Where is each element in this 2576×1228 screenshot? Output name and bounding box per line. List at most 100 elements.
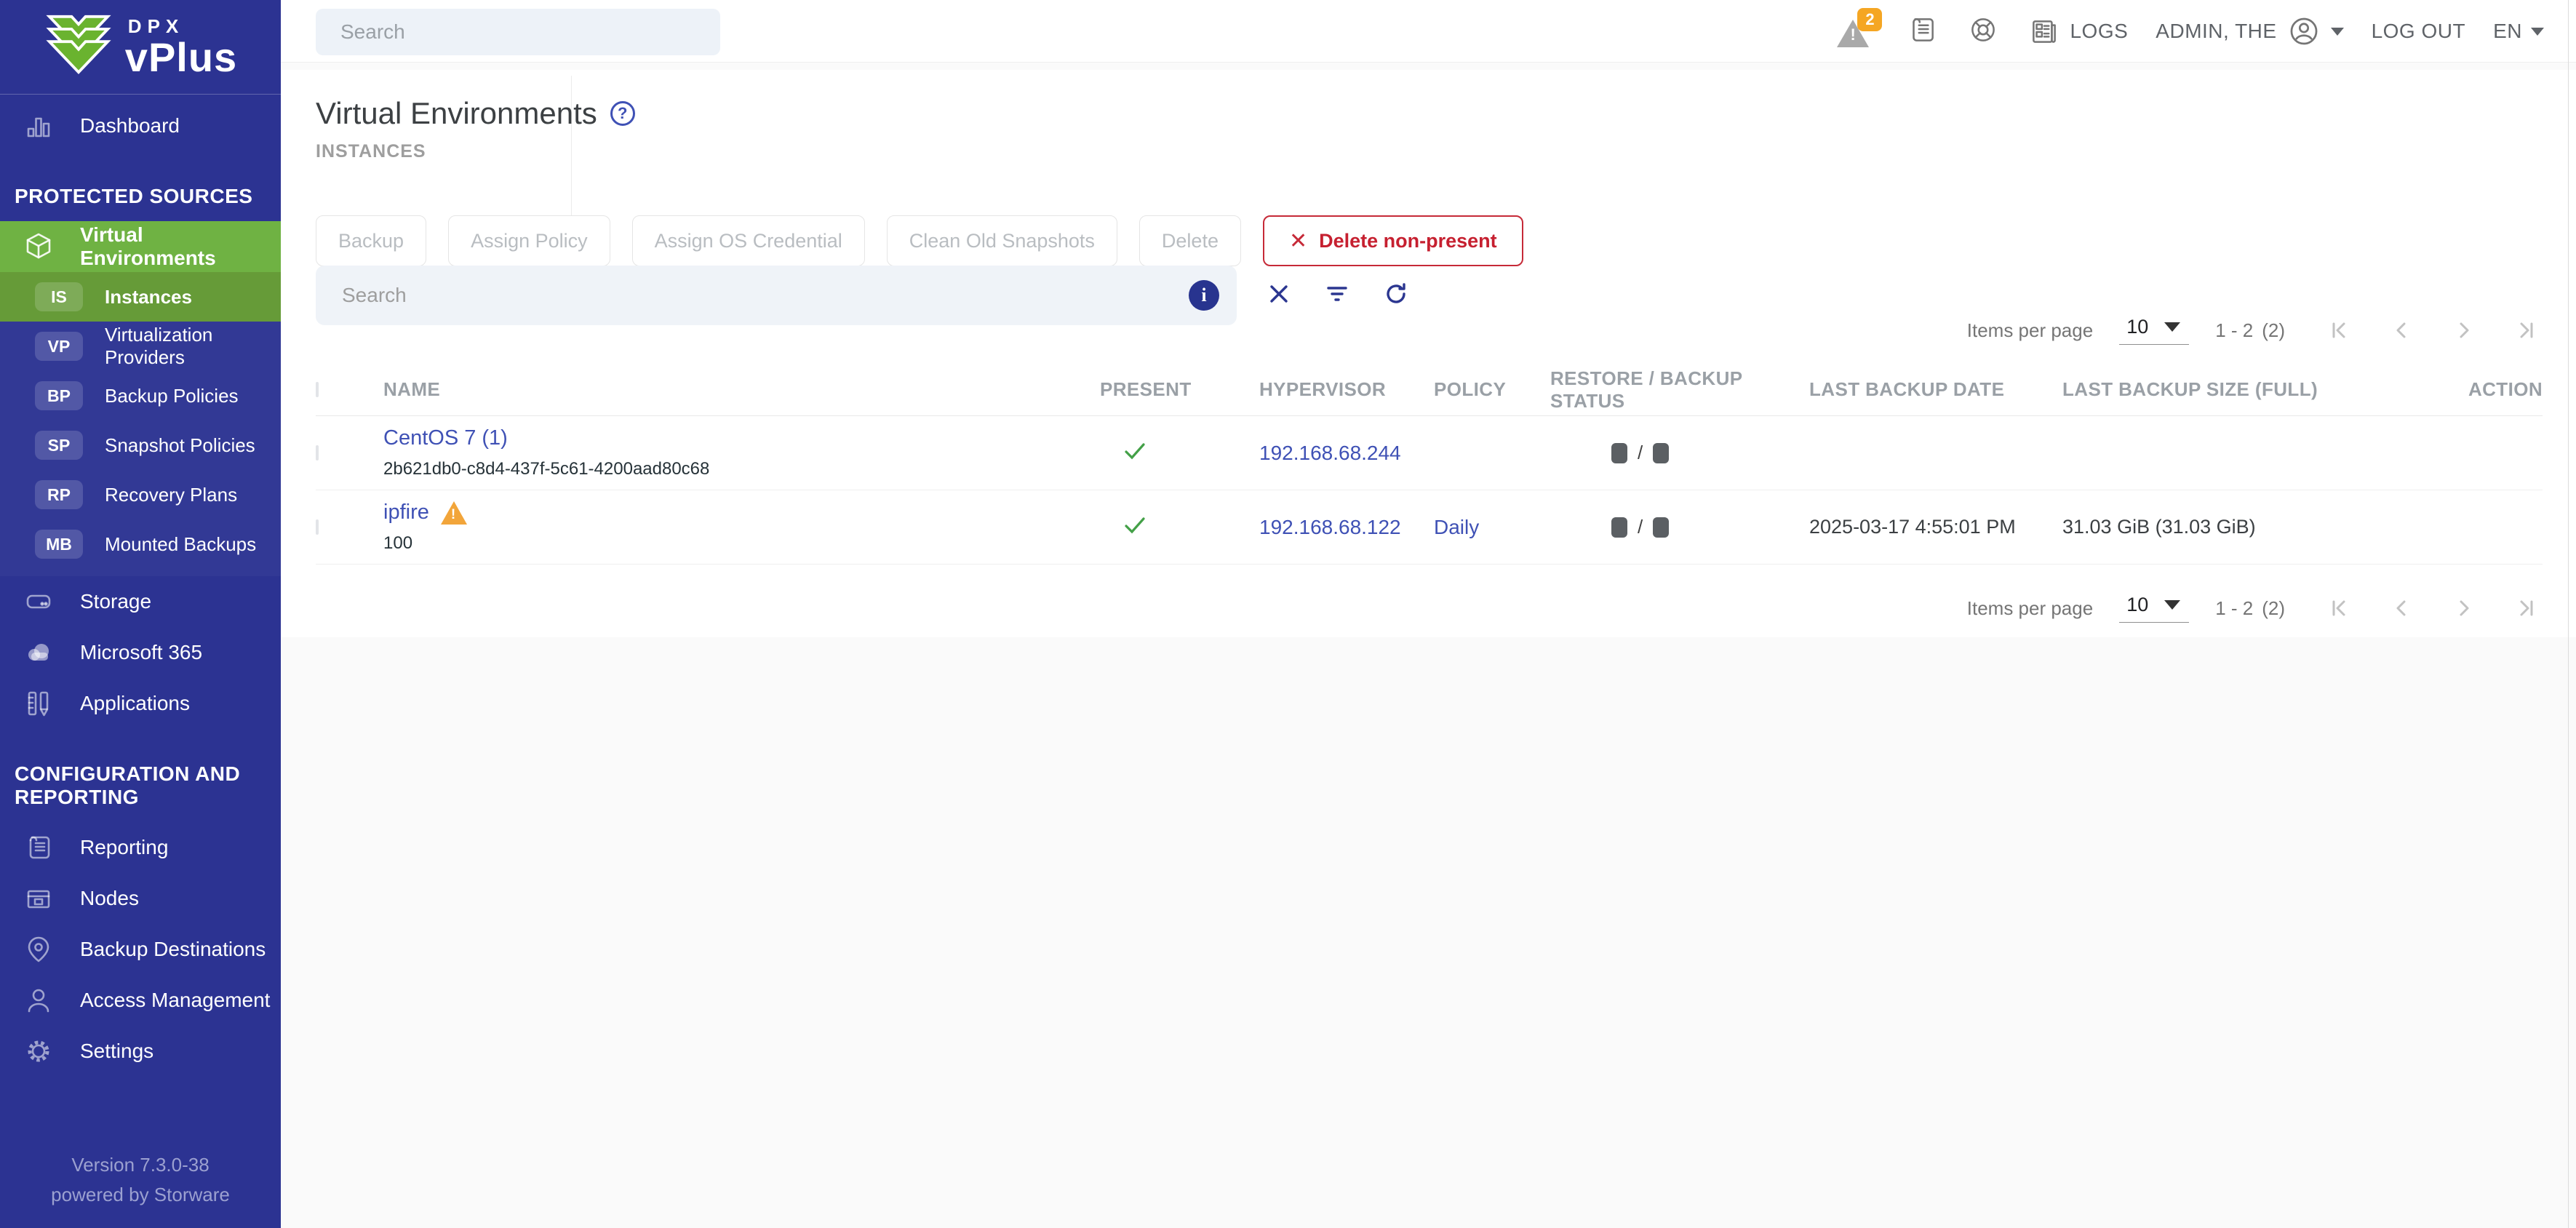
warning-triangle-icon[interactable]: ! [441, 501, 467, 525]
sidebar-item-label: Virtual Environments [68, 223, 281, 270]
sidebar-item-settings[interactable]: Settings [0, 1026, 281, 1077]
help-lifebuoy-icon[interactable] [1966, 13, 2000, 50]
column-header-present[interactable]: PRESENT [1100, 378, 1259, 401]
items-per-page-select[interactable]: 10 [2119, 594, 2189, 623]
present-check-icon [1100, 511, 1259, 543]
first-page-button[interactable] [2318, 588, 2359, 629]
sidebar-subitem-snapshot-policies[interactable]: SP Snapshot Policies [0, 420, 281, 470]
column-header-status[interactable]: RESTORE / BACKUP STATUS [1550, 367, 1809, 412]
sidebar-subitem-recovery-plans[interactable]: RP Recovery Plans [0, 470, 281, 519]
policy-link[interactable]: Daily [1434, 516, 1550, 539]
backup-status-icon[interactable] [1653, 517, 1669, 538]
column-header-hypervisor[interactable]: HYPERVISOR [1259, 378, 1434, 401]
restore-status-icon[interactable] [1611, 443, 1627, 463]
content-card: Virtual Environments ? INSTANCES Backup … [281, 70, 2576, 637]
restore-status-icon[interactable] [1611, 517, 1627, 538]
sidebar-subitem-label: Recovery Plans [105, 484, 237, 506]
version-number: Version 7.3.0-38 [0, 1150, 281, 1179]
table-header-row: NAME PRESENT HYPERVISOR POLICY RESTORE /… [316, 364, 2543, 416]
paginator-bottom: Items per page 10 1 - 2(2) [1967, 588, 2547, 629]
next-page-button[interactable] [2444, 588, 2484, 629]
assign-policy-button[interactable]: Assign Policy [448, 215, 610, 266]
sidebar-subitem-instances[interactable]: IS Instances [0, 272, 281, 322]
scroll-icon [22, 831, 55, 864]
last-page-button[interactable] [2506, 310, 2547, 351]
logo-chevron-icon [44, 14, 113, 80]
backup-status-icon[interactable] [1653, 443, 1669, 463]
sidebar-subitem-backup-policies[interactable]: BP Backup Policies [0, 371, 281, 420]
table-search-input[interactable] [316, 266, 1237, 325]
logout-button[interactable]: LOG OUT [2372, 20, 2466, 43]
sidebar-item-access-management[interactable]: Access Management [0, 975, 281, 1026]
refresh-icon[interactable] [1382, 280, 1410, 311]
page-title: Virtual Environments [316, 96, 597, 131]
delete-button[interactable]: Delete [1139, 215, 1241, 266]
items-per-page-select[interactable]: 10 [2119, 316, 2189, 345]
mb-badge: MB [35, 530, 83, 559]
sidebar-nav: Dashboard PROTECTED SOURCES Virtual Envi… [0, 95, 281, 1228]
info-icon[interactable]: i [1189, 280, 1219, 311]
last-page-button[interactable] [2506, 588, 2547, 629]
global-search-input[interactable] [316, 9, 720, 55]
tasks-scroll-icon[interactable] [1905, 13, 1939, 50]
map-pin-icon [22, 933, 55, 966]
user-name-label: ADMIN, THE [2156, 20, 2276, 43]
topbar-right: ! 2 LOGS [1837, 0, 2544, 63]
notifications-warning-icon[interactable]: ! 2 [1837, 11, 1878, 52]
next-page-button[interactable] [2444, 310, 2484, 351]
chevron-down-icon [2331, 28, 2344, 36]
ruler-pencil-icon [22, 687, 55, 720]
last-backup-size: 31.03 GiB (31.03 GiB) [2062, 516, 2368, 538]
sidebar-item-applications[interactable]: Applications [0, 678, 281, 729]
instance-uuid: 2b621db0-c8d4-437f-5c61-4200aad80c68 [383, 459, 1100, 479]
sidebar-item-reporting[interactable]: Reporting [0, 822, 281, 873]
column-header-last-backup-date[interactable]: LAST BACKUP DATE [1809, 378, 2062, 401]
sidebar-item-dashboard[interactable]: Dashboard [0, 100, 281, 151]
table-filter-row: i [316, 266, 1410, 325]
backup-button[interactable]: Backup [316, 215, 426, 266]
table-row: ipfire ! 100 192.168.68.122 Daily / [316, 490, 2543, 565]
select-all-checkbox[interactable] [316, 382, 319, 397]
column-header-last-backup-size[interactable]: LAST BACKUP SIZE (FULL) [2062, 378, 2368, 401]
hypervisor-link[interactable]: 192.168.68.244 [1259, 442, 1434, 465]
clean-old-snapshots-button[interactable]: Clean Old Snapshots [887, 215, 1117, 266]
previous-page-button[interactable] [2381, 310, 2422, 351]
sidebar-section-configuration-reporting: CONFIGURATION AND REPORTING [0, 729, 281, 822]
clear-filter-icon[interactable] [1266, 281, 1292, 311]
help-icon[interactable]: ? [610, 101, 635, 126]
sidebar-item-microsoft-365[interactable]: Microsoft 365 [0, 627, 281, 678]
version-info: Version 7.3.0-38 powered by Storware [0, 1150, 281, 1228]
sidebar-item-virtual-environments[interactable]: Virtual Environments [0, 221, 281, 272]
first-page-button[interactable] [2318, 310, 2359, 351]
instance-name-link[interactable]: ipfire ! [383, 501, 1100, 525]
logo-text: DPX vPlus [125, 17, 237, 78]
sidebar-item-storage[interactable]: Storage [0, 576, 281, 627]
hypervisor-link[interactable]: 192.168.68.122 [1259, 516, 1434, 539]
sidebar-item-label: Microsoft 365 [68, 641, 202, 664]
rp-badge: RP [35, 480, 83, 509]
row-checkbox[interactable] [316, 445, 319, 460]
sidebar-item-label: Dashboard [68, 114, 180, 137]
sp-badge: SP [35, 431, 83, 460]
assign-os-credential-button[interactable]: Assign OS Credential [632, 215, 865, 266]
sidebar-subitem-label: Snapshot Policies [105, 434, 255, 457]
instance-name-link[interactable]: CentOS 7 (1) [383, 426, 1100, 450]
items-per-page-label: Items per page [1967, 319, 2093, 342]
previous-page-button[interactable] [2381, 588, 2422, 629]
sidebar-subitem-virtualization-providers[interactable]: VP Virtualization Providers [0, 322, 281, 371]
delete-non-present-button[interactable]: ✕ Delete non-present [1263, 215, 1523, 266]
row-checkbox[interactable] [316, 519, 319, 535]
user-menu[interactable]: ADMIN, THE [2156, 13, 2343, 49]
language-select[interactable]: EN [2493, 20, 2544, 43]
filter-icon[interactable] [1324, 281, 1350, 311]
column-header-policy[interactable]: POLICY [1434, 378, 1550, 401]
column-header-action: ACTION [2368, 378, 2543, 401]
chevron-down-icon [2164, 600, 2180, 610]
logs-button[interactable]: LOGS [2027, 15, 2128, 48]
sidebar-subitem-mounted-backups[interactable]: MB Mounted Backups [0, 519, 281, 569]
app-logo[interactable]: DPX vPlus [0, 0, 281, 95]
sidebar-subitem-label: Mounted Backups [105, 533, 256, 556]
sidebar-item-backup-destinations[interactable]: Backup Destinations [0, 924, 281, 975]
column-header-name[interactable]: NAME [383, 378, 1100, 401]
sidebar-item-nodes[interactable]: Nodes [0, 873, 281, 924]
